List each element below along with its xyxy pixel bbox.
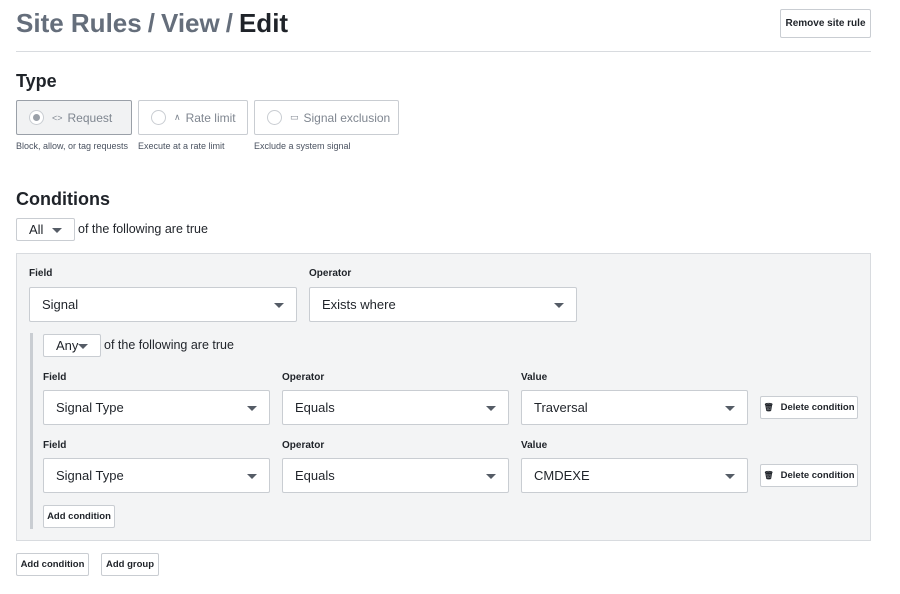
radio-selected-dot: [33, 114, 40, 121]
remove-site-rule-button[interactable]: Remove site rule: [780, 9, 871, 38]
rate-limit-icon: ∧: [174, 112, 181, 122]
page-title: Edit: [238, 8, 289, 38]
trash-icon: 🗑: [763, 403, 774, 412]
chevron-down-icon: [247, 473, 257, 479]
chevron-down-icon: [274, 302, 284, 308]
breadcrumb-separator: /: [147, 8, 155, 38]
condition-field-select-value: Signal Type: [56, 468, 124, 483]
field-label: Field: [29, 268, 53, 279]
nested-group-indicator: [30, 333, 33, 529]
operator-label: Operator: [282, 440, 325, 451]
operator-label: Operator: [282, 372, 325, 383]
chevron-down-icon: [725, 405, 735, 411]
condition-field-select-value: Signal Type: [56, 400, 124, 415]
match-all-select[interactable]: All: [16, 218, 75, 241]
delete-condition-label: Delete condition: [780, 402, 855, 413]
code-icon: <>: [52, 112, 63, 123]
add-condition-button[interactable]: Add condition: [16, 553, 89, 576]
nested-add-condition-button[interactable]: Add condition: [43, 505, 115, 528]
chevron-down-icon: [486, 473, 496, 479]
condition-operator-select[interactable]: Equals: [282, 458, 509, 493]
type-option-signal-exclusion[interactable]: ▭ Signal exclusion: [254, 100, 399, 135]
radio-signal-exclusion[interactable]: [267, 110, 282, 125]
field-label: Field: [43, 440, 67, 451]
conditions-heading: Conditions: [16, 189, 110, 209]
match-any-select-value: Any: [56, 338, 79, 353]
condition-field-select[interactable]: Signal Type: [43, 390, 270, 425]
chevron-down-icon: [554, 302, 564, 308]
chevron-down-icon: [486, 405, 496, 411]
breadcrumb-view[interactable]: View: [161, 8, 220, 38]
chevron-down-icon: [247, 405, 257, 411]
operator-label: Operator: [309, 268, 352, 279]
match-all-select-value: All: [29, 222, 44, 237]
chevron-down-icon: [52, 227, 62, 233]
delete-condition-button[interactable]: 🗑 Delete condition: [760, 464, 858, 487]
match-any-text: of the following are true: [104, 338, 234, 352]
group-operator-select-value: Exists where: [322, 297, 396, 312]
type-heading: Type: [16, 71, 57, 91]
condition-value-select[interactable]: CMDEXE: [521, 458, 748, 493]
condition-operator-select[interactable]: Equals: [282, 390, 509, 425]
condition-field-select[interactable]: Signal Type: [43, 458, 270, 493]
type-option-label: Request: [67, 110, 113, 125]
type-description-request: Block, allow, or tag requests: [16, 141, 129, 151]
chevron-down-icon: [725, 473, 735, 479]
type-option-request[interactable]: <> Request: [16, 100, 132, 135]
match-all-text: of the following are true: [78, 222, 208, 236]
header-divider: [16, 51, 871, 52]
delete-condition-button[interactable]: 🗑 Delete condition: [760, 396, 858, 419]
group-field-select-value: Signal: [42, 297, 79, 312]
condition-operator-select-value: Equals: [295, 400, 335, 415]
breadcrumb-site-rules[interactable]: Site Rules: [16, 8, 142, 38]
match-any-select[interactable]: Any: [43, 334, 101, 357]
field-label: Field: [43, 372, 67, 383]
condition-value-select-value: Traversal: [534, 400, 588, 415]
type-option-label: Rate limit: [185, 110, 236, 125]
radio-rate-limit[interactable]: [151, 110, 166, 125]
condition-operator-select-value: Equals: [295, 468, 335, 483]
type-option-label: Signal exclusion: [303, 110, 391, 125]
trash-icon: 🗑: [763, 471, 774, 480]
type-option-rate-limit[interactable]: ∧ Rate limit: [138, 100, 248, 135]
group-field-select[interactable]: Signal: [29, 287, 297, 322]
value-label: Value: [521, 440, 548, 451]
delete-condition-label: Delete condition: [780, 470, 855, 481]
value-label: Value: [521, 372, 548, 383]
chevron-down-icon: [78, 343, 88, 349]
group-operator-select[interactable]: Exists where: [309, 287, 577, 322]
condition-value-select[interactable]: Traversal: [521, 390, 748, 425]
condition-value-select-value: CMDEXE: [534, 468, 590, 483]
type-description-rate-limit: Execute at a rate limit: [138, 141, 225, 151]
type-description-signal-exclusion: Exclude a system signal: [254, 141, 351, 151]
breadcrumb: Site Rules / View / Edit: [16, 8, 288, 39]
breadcrumb-separator: /: [225, 8, 233, 38]
radio-request[interactable]: [29, 110, 44, 125]
tag-icon: ▭: [290, 112, 299, 122]
add-group-button[interactable]: Add group: [101, 553, 159, 576]
